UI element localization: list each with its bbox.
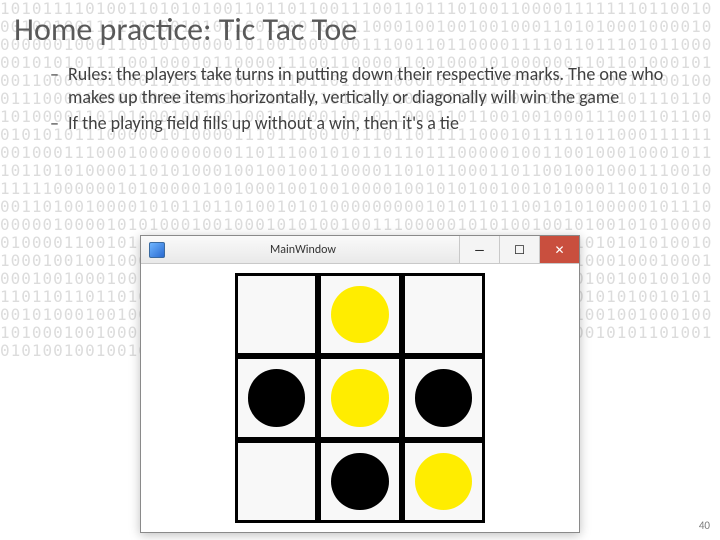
- board-cell-1-0[interactable]: [235, 356, 318, 439]
- maximize-button[interactable]: ☐: [499, 236, 539, 263]
- black-piece: [248, 369, 305, 426]
- black-piece: [415, 369, 472, 426]
- page-number: 40: [699, 519, 710, 532]
- minimize-icon: ─: [475, 244, 484, 256]
- board-cell-0-1[interactable]: [318, 273, 401, 356]
- minimize-button[interactable]: ─: [459, 236, 499, 263]
- window-controls: ─ ☐ ✕: [459, 236, 579, 263]
- slide: Home practice: Tic Tac Toe Rules: the pl…: [0, 0, 720, 540]
- black-piece: [331, 453, 388, 510]
- board-cell-0-0[interactable]: [235, 273, 318, 356]
- board-cell-1-1[interactable]: [318, 356, 401, 439]
- page-title: Home practice: Tic Tac Toe: [0, 0, 720, 55]
- yellow-piece: [331, 286, 388, 343]
- close-button[interactable]: ✕: [539, 236, 579, 263]
- board-cell-1-2[interactable]: [402, 356, 485, 439]
- close-icon: ✕: [554, 244, 564, 256]
- board-cell-2-2[interactable]: [402, 440, 485, 523]
- yellow-piece: [331, 369, 388, 426]
- board-cell-0-2[interactable]: [402, 273, 485, 356]
- yellow-piece: [415, 453, 472, 510]
- board-cell-2-0[interactable]: [235, 440, 318, 523]
- window-client-area: [141, 264, 579, 532]
- bullet-list: Rules: the players take turns in putting…: [50, 63, 680, 135]
- bullet-item: If the playing field fills up without a …: [50, 112, 680, 135]
- board-cell-2-1[interactable]: [318, 440, 401, 523]
- titlebar[interactable]: MainWindow ─ ☐ ✕: [141, 236, 579, 264]
- app-window: MainWindow ─ ☐ ✕: [140, 235, 580, 533]
- tic-tac-toe-board[interactable]: [235, 273, 485, 523]
- window-title: MainWindow: [147, 243, 459, 257]
- maximize-icon: ☐: [514, 244, 525, 256]
- bullet-item: Rules: the players take turns in putting…: [50, 63, 680, 108]
